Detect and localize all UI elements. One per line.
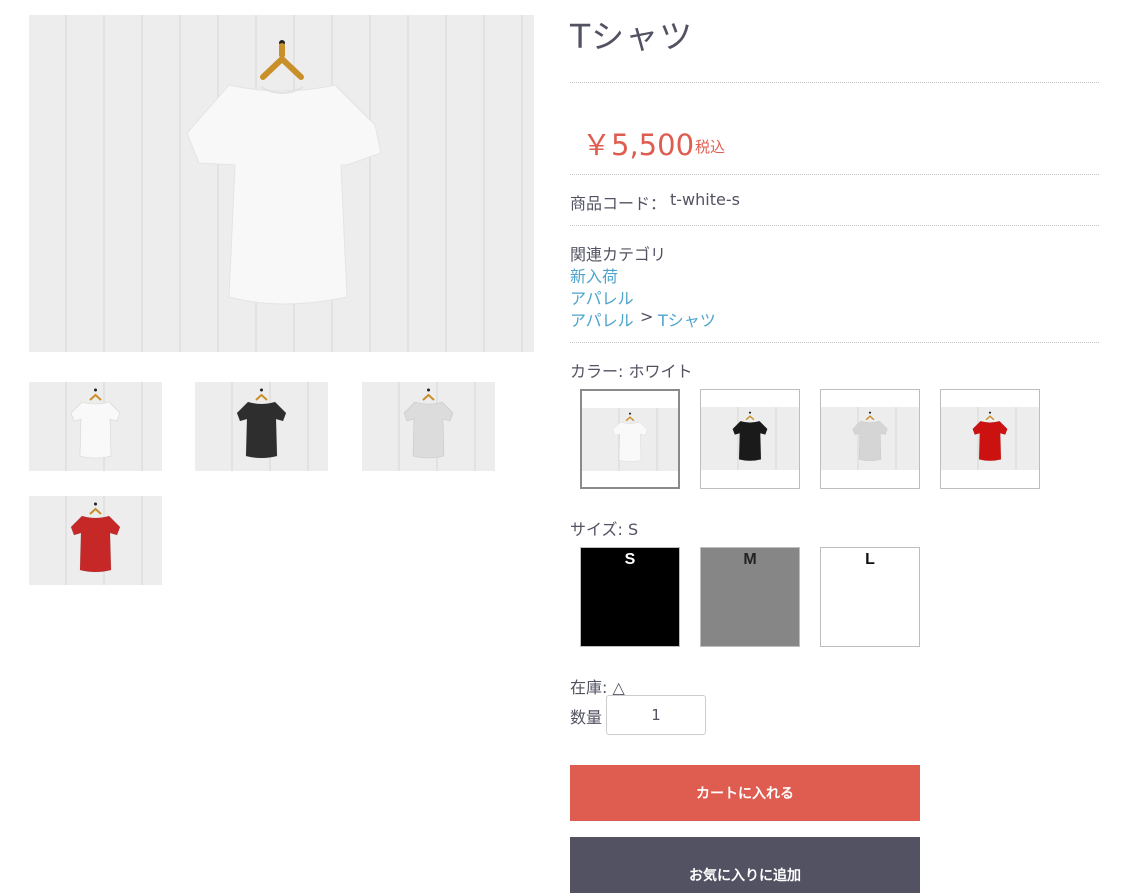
- product-title: Tシャツ: [570, 17, 694, 56]
- swatch-image: [582, 408, 678, 471]
- thumbnail-red[interactable]: [29, 496, 162, 585]
- tshirt-image: [70, 502, 121, 573]
- quantity-label: 数量: [570, 708, 603, 727]
- swatch-image: [821, 407, 919, 470]
- color-swatch-gray[interactable]: [820, 389, 920, 489]
- tshirt-image: [972, 411, 1008, 462]
- category-link-apparel[interactable]: アパレル: [570, 285, 634, 309]
- size-option-m[interactable]: M: [700, 547, 800, 647]
- tshirt-image: [236, 388, 287, 459]
- product-code-value: t-white-s: [670, 190, 740, 209]
- tshirt-image: [612, 412, 648, 463]
- thumbnail-black[interactable]: [195, 382, 328, 471]
- tshirt-image: [852, 411, 888, 462]
- tshirt-image: [186, 40, 382, 305]
- related-categories-heading: 関連カテゴリ: [570, 245, 667, 264]
- divider: [570, 225, 1099, 226]
- color-swatch-white[interactable]: [580, 389, 680, 489]
- color-swatch-red[interactable]: [940, 389, 1040, 489]
- color-swatch-black[interactable]: [700, 389, 800, 489]
- add-to-cart-button[interactable]: カートに入れる: [570, 765, 920, 821]
- swatch-image: [701, 407, 799, 470]
- tshirt-image: [732, 411, 768, 462]
- tshirt-image: [403, 388, 454, 459]
- category-separator: >: [640, 307, 654, 326]
- quantity-input[interactable]: [606, 695, 706, 735]
- thumbnail-gray[interactable]: [362, 382, 495, 471]
- category-link-apparel-parent[interactable]: アパレル: [570, 307, 634, 331]
- divider: [570, 342, 1099, 343]
- swatch-image: [941, 407, 1039, 470]
- divider: [570, 174, 1099, 175]
- main-product-image: [29, 15, 534, 352]
- add-to-favorites-button[interactable]: お気に入りに追加: [570, 837, 920, 893]
- product-price: ￥5,500: [582, 128, 695, 162]
- thumbnail-white[interactable]: [29, 382, 162, 471]
- category-link-tshirts[interactable]: Tシャツ: [658, 307, 716, 331]
- divider: [570, 82, 1099, 83]
- color-option-label: カラー: ホワイト: [570, 362, 693, 381]
- category-link-new-arrivals[interactable]: 新入荷: [570, 263, 618, 287]
- size-option-s[interactable]: S: [580, 547, 680, 647]
- product-code-label: 商品コード：: [570, 194, 667, 213]
- tax-label: 税込: [695, 138, 726, 156]
- size-option-label: サイズ: S: [570, 520, 639, 539]
- size-option-l[interactable]: L: [820, 547, 920, 647]
- tshirt-image: [70, 388, 121, 459]
